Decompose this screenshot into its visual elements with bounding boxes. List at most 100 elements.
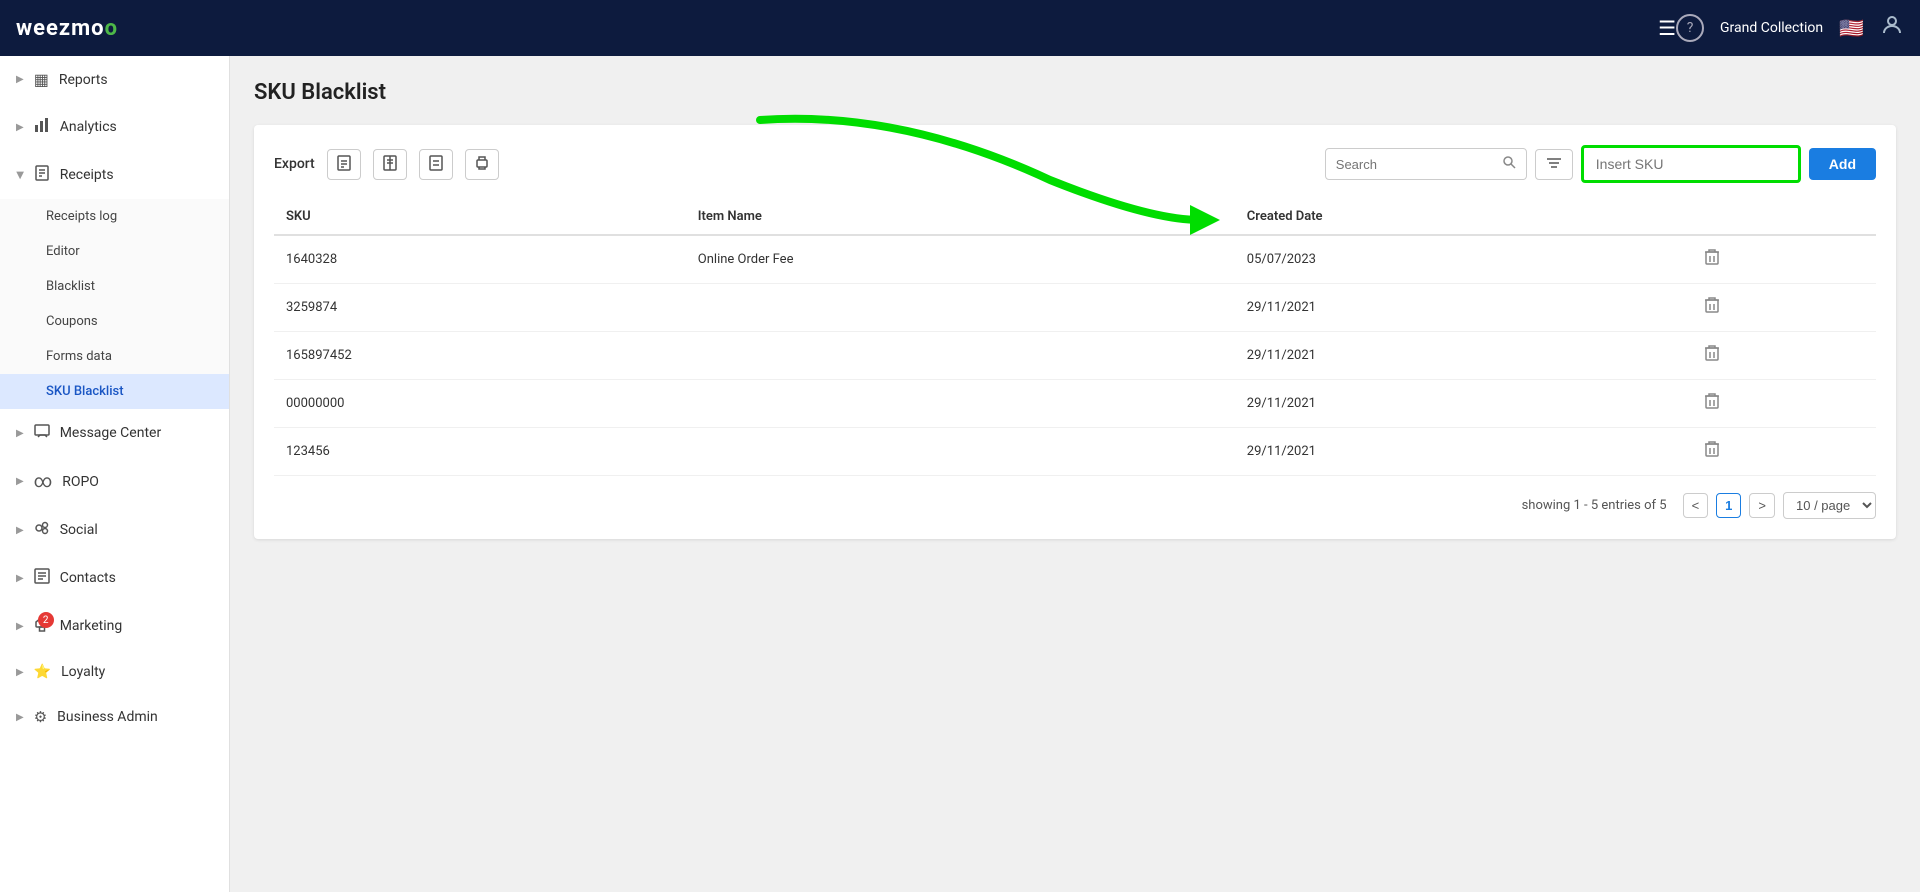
cell-item-name (686, 284, 1235, 332)
sidebar-item-social[interactable]: ▶ Social (0, 506, 229, 554)
sidebar-item-label: Message Center (60, 425, 162, 441)
chevron-right-icon: ▶ (16, 74, 24, 85)
pagination-prev-button[interactable]: < (1683, 493, 1709, 518)
delete-button[interactable] (1704, 392, 1720, 415)
table-row: 3259874 29/11/2021 (274, 284, 1876, 332)
table-row: 165897452 29/11/2021 (274, 332, 1876, 380)
sidebar-item-message-center[interactable]: ▶ Message Center (0, 409, 229, 457)
sku-blacklist-table: SKU Item Name Created Date 1640328 Onlin… (274, 199, 1876, 476)
sidebar-item-analytics[interactable]: ▶ Analytics (0, 103, 229, 151)
sidebar-item-marketing[interactable]: ▶ 2 Marketing (0, 602, 229, 650)
sidebar-item-loyalty[interactable]: ▶ ⭐ Loyalty (0, 650, 229, 694)
cell-item-name (686, 380, 1235, 428)
contacts-icon (34, 568, 50, 588)
top-nav: weezmoo ☰ ? Grand Collection 🇺🇸 (0, 0, 1920, 56)
content-card: Export (254, 125, 1896, 539)
table-row: 1640328 Online Order Fee 05/07/2023 (274, 235, 1876, 284)
chevron-right-icon: ▶ (16, 573, 24, 584)
cell-sku: 165897452 (274, 332, 686, 380)
search-box (1325, 148, 1527, 180)
sidebar-item-business-admin[interactable]: ▶ ⚙ Business Admin (0, 694, 229, 740)
export-label: Export (274, 156, 315, 172)
loyalty-icon: ⭐ (34, 664, 51, 680)
cell-sku: 00000000 (274, 380, 686, 428)
chevron-right-icon: ▶ (16, 621, 24, 632)
sidebar-subitem-receipts-log[interactable]: Receipts log (0, 199, 229, 234)
sidebar-item-label: Receipts (60, 167, 114, 183)
chevron-right-icon: ▶ (16, 712, 24, 723)
export-csv-button[interactable] (419, 149, 453, 180)
avatar-icon[interactable] (1880, 13, 1904, 43)
col-header-actions (1692, 199, 1876, 235)
toolbar-right: Add (1325, 145, 1876, 183)
export-excel-button[interactable] (373, 149, 407, 180)
add-button[interactable]: Add (1809, 148, 1876, 180)
chevron-right-icon: ▶ (16, 525, 24, 536)
export-pdf-button[interactable] (327, 149, 361, 180)
cell-actions (1692, 428, 1876, 476)
sidebar-item-contacts[interactable]: ▶ Contacts (0, 554, 229, 602)
pagination-next-button[interactable]: > (1749, 493, 1775, 518)
table-body: 1640328 Online Order Fee 05/07/2023 3259… (274, 235, 1876, 476)
social-icon (34, 520, 50, 540)
business-admin-icon: ⚙ (34, 708, 47, 726)
table-row: 00000000 29/11/2021 (274, 380, 1876, 428)
receipts-icon (34, 165, 50, 185)
marketing-badge: 2 (38, 612, 54, 628)
cell-created-date: 05/07/2023 (1235, 235, 1693, 284)
cell-actions (1692, 380, 1876, 428)
sidebar-item-ropo[interactable]: ▶ ∞ ROPO (0, 457, 229, 506)
cell-item-name (686, 332, 1235, 380)
main-content: SKU Blacklist Export (230, 56, 1920, 892)
sidebar-subitem-blacklist[interactable]: Blacklist (0, 269, 229, 304)
marketing-icon: 2 (34, 616, 50, 636)
col-header-created-date: Created Date (1235, 199, 1693, 235)
chevron-right-icon: ▶ (16, 476, 24, 487)
cell-sku: 1640328 (274, 235, 686, 284)
search-input[interactable] (1336, 157, 1496, 172)
sidebar-item-label: ROPO (62, 474, 99, 490)
sidebar-item-reports[interactable]: ▶ ▦ Reports (0, 56, 229, 103)
sidebar-item-label: Contacts (60, 570, 116, 586)
toolbar: Export (274, 145, 1876, 183)
pagination-page-1[interactable]: 1 (1716, 493, 1741, 518)
chevron-right-icon: ▶ (16, 667, 24, 678)
table-header-row: SKU Item Name Created Date (274, 199, 1876, 235)
nav-right: ? Grand Collection 🇺🇸 (1676, 13, 1904, 43)
sidebar-item-label: Business Admin (57, 709, 158, 725)
cell-created-date: 29/11/2021 (1235, 380, 1693, 428)
col-header-sku: SKU (274, 199, 686, 235)
delete-button[interactable] (1704, 344, 1720, 367)
cell-created-date: 29/11/2021 (1235, 284, 1693, 332)
ropo-icon: ∞ (34, 471, 53, 492)
export-print-button[interactable] (465, 149, 499, 180)
sidebar-item-label: Social (60, 522, 98, 538)
cell-created-date: 29/11/2021 (1235, 332, 1693, 380)
insert-sku-input[interactable] (1581, 145, 1801, 183)
pagination-info: showing 1 - 5 entries of 5 (1522, 498, 1667, 513)
reports-icon: ▦ (34, 70, 49, 89)
filter-button[interactable] (1535, 149, 1573, 180)
delete-button[interactable] (1704, 296, 1720, 319)
delete-button[interactable] (1704, 248, 1720, 271)
pagination-bar: showing 1 - 5 entries of 5 < 1 > 10 / pa… (274, 492, 1876, 519)
cell-actions (1692, 332, 1876, 380)
sidebar-subitem-editor[interactable]: Editor (0, 234, 229, 269)
message-center-icon (34, 423, 50, 443)
sidebar-item-label: Marketing (60, 618, 123, 634)
cell-item-name (686, 428, 1235, 476)
help-icon[interactable]: ? (1676, 14, 1704, 42)
per-page-select[interactable]: 10 / page 25 / page 50 / page (1783, 492, 1876, 519)
cell-created-date: 29/11/2021 (1235, 428, 1693, 476)
sidebar: ▶ ▦ Reports ▶ Analytics ▶ Receipts Recei… (0, 56, 230, 892)
sidebar-subitem-forms-data[interactable]: Forms data (0, 339, 229, 374)
sidebar-subitem-sku-blacklist[interactable]: SKU Blacklist (0, 374, 229, 409)
sidebar-item-receipts[interactable]: ▶ Receipts (0, 151, 229, 199)
cell-item-name: Online Order Fee (686, 235, 1235, 284)
cell-actions (1692, 235, 1876, 284)
delete-button[interactable] (1704, 440, 1720, 463)
sidebar-item-label: Analytics (60, 119, 117, 135)
sidebar-subitem-coupons[interactable]: Coupons (0, 304, 229, 339)
hamburger-button[interactable]: ☰ (1658, 16, 1676, 41)
col-header-item-name: Item Name (686, 199, 1235, 235)
